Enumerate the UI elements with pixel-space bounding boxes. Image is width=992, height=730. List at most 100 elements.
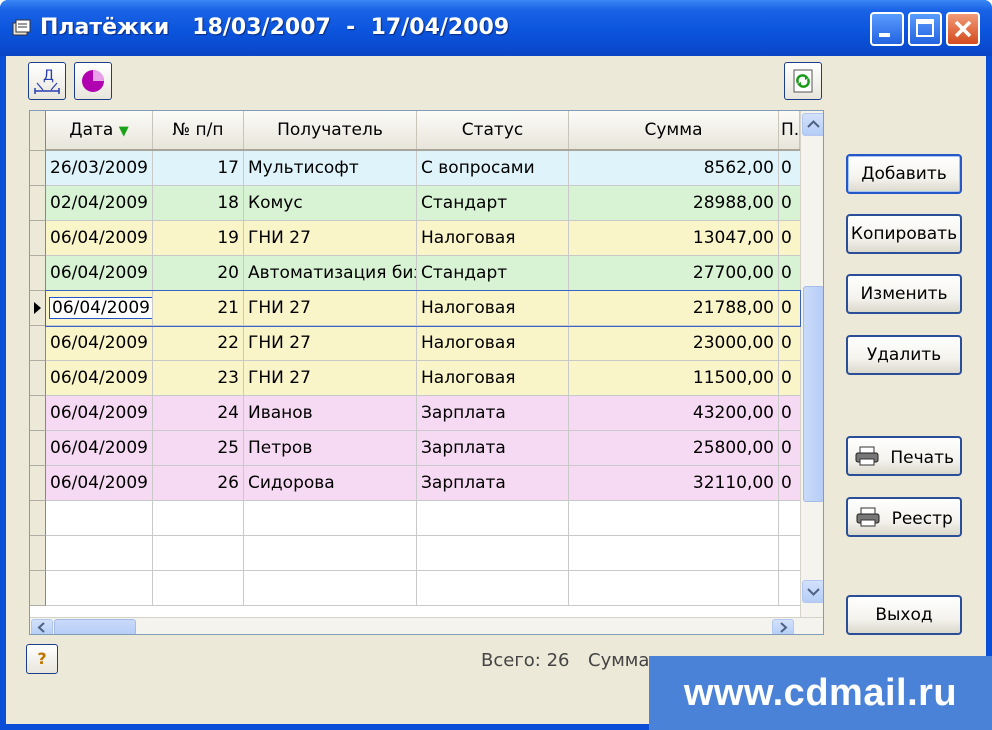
date-filter-button[interactable]: Д bbox=[28, 62, 66, 100]
cell-recipient[interactable]: ГНИ 27 bbox=[244, 361, 417, 395]
empty-row[interactable] bbox=[46, 571, 800, 606]
cell-number[interactable]: 21 bbox=[153, 291, 244, 325]
cell-date[interactable]: 06/04/2009 bbox=[46, 431, 153, 465]
empty-row[interactable] bbox=[46, 501, 800, 536]
cell-p[interactable]: 0 bbox=[779, 466, 800, 500]
cell-recipient[interactable]: ГНИ 27 bbox=[244, 221, 417, 255]
table-row[interactable]: 06/04/2009 21 ГНИ 27 Налоговая 21788,00 0 bbox=[45, 290, 801, 327]
cell-sum[interactable]: 32110,00 bbox=[569, 466, 779, 500]
cell-sum[interactable]: 13047,00 bbox=[569, 221, 779, 255]
row-selector[interactable] bbox=[30, 466, 46, 501]
cell-p[interactable]: 0 bbox=[779, 396, 800, 430]
empty-cell[interactable] bbox=[46, 571, 153, 605]
cell-recipient[interactable]: ГНИ 27 bbox=[244, 326, 417, 360]
empty-cell[interactable] bbox=[46, 501, 153, 535]
cell-status[interactable]: Налоговая bbox=[417, 291, 569, 325]
cell-p[interactable]: 0 bbox=[779, 326, 800, 360]
row-selector[interactable] bbox=[30, 326, 46, 361]
row-selector[interactable] bbox=[30, 396, 46, 431]
cell-date[interactable]: 06/04/2009 bbox=[46, 326, 153, 360]
cell-recipient[interactable]: Сидорова bbox=[244, 466, 417, 500]
row-selector[interactable] bbox=[30, 291, 46, 326]
empty-cell[interactable] bbox=[417, 536, 569, 570]
cell-recipient[interactable]: Комус bbox=[244, 186, 417, 220]
cell-status[interactable]: Зарплата bbox=[417, 466, 569, 500]
cell-sum[interactable]: 11500,00 bbox=[569, 361, 779, 395]
cell-number[interactable]: 18 bbox=[153, 186, 244, 220]
cell-number[interactable]: 24 bbox=[153, 396, 244, 430]
cell-date[interactable]: 06/04/2009 bbox=[46, 221, 153, 255]
row-selector[interactable] bbox=[30, 151, 46, 186]
cell-date[interactable]: 26/03/2009 bbox=[46, 151, 153, 185]
empty-cell[interactable] bbox=[46, 536, 153, 570]
empty-cell[interactable] bbox=[569, 501, 779, 535]
empty-cell[interactable] bbox=[417, 571, 569, 605]
row-selector[interactable] bbox=[30, 571, 46, 606]
cell-number[interactable]: 26 bbox=[153, 466, 244, 500]
cell-number[interactable]: 20 bbox=[153, 256, 244, 290]
refresh-button[interactable] bbox=[784, 62, 822, 100]
horizontal-scroll-thumb[interactable] bbox=[54, 619, 136, 634]
empty-row[interactable] bbox=[46, 536, 800, 571]
table-row[interactable]: 02/04/2009 18 Комус Стандарт 28988,00 0 bbox=[46, 186, 800, 221]
empty-cell[interactable] bbox=[244, 501, 417, 535]
empty-cell[interactable] bbox=[153, 571, 244, 605]
table-row[interactable]: 26/03/2009 17 Мультисофт С вопросами 8562,00… bbox=[46, 151, 800, 186]
cell-status[interactable]: Зарплата bbox=[417, 396, 569, 430]
empty-cell[interactable] bbox=[244, 536, 417, 570]
cell-p[interactable]: 0 bbox=[779, 361, 800, 395]
table-row[interactable]: 06/04/2009 20 Автоматизация биз Стандарт 277… bbox=[46, 256, 800, 291]
cell-number[interactable]: 23 bbox=[153, 361, 244, 395]
cell-p[interactable]: 0 bbox=[779, 431, 800, 465]
cell-p[interactable]: 0 bbox=[779, 186, 800, 220]
cell-p[interactable]: 0 bbox=[779, 256, 800, 290]
vertical-scroll-thumb[interactable] bbox=[803, 286, 823, 502]
row-selector[interactable] bbox=[30, 186, 46, 221]
table-row[interactable]: 06/04/2009 23 ГНИ 27 Налоговая 11500,00 0 bbox=[46, 361, 800, 396]
payments-table[interactable]: Дата ▼ № п/п Получатель Статус Сумма П. … bbox=[29, 110, 824, 635]
table-row[interactable]: 06/04/2009 22 ГНИ 27 Налоговая 23000,00 0 bbox=[46, 326, 800, 361]
cell-p[interactable]: 0 bbox=[779, 151, 800, 185]
cell-sum[interactable]: 25800,00 bbox=[569, 431, 779, 465]
empty-cell[interactable] bbox=[244, 571, 417, 605]
cell-status[interactable]: Стандарт bbox=[417, 256, 569, 290]
close-button[interactable] bbox=[946, 12, 980, 46]
column-header-recipient[interactable]: Получатель bbox=[244, 111, 417, 149]
cell-recipient[interactable]: ГНИ 27 bbox=[244, 291, 417, 325]
column-header-sum[interactable]: Сумма bbox=[569, 111, 779, 149]
add-button[interactable]: Добавить bbox=[846, 154, 962, 194]
row-selector[interactable] bbox=[30, 221, 46, 256]
cell-status[interactable]: Налоговая bbox=[417, 361, 569, 395]
row-selector[interactable] bbox=[30, 256, 46, 291]
cell-status[interactable]: Налоговая bbox=[417, 221, 569, 255]
scroll-down-button[interactable] bbox=[802, 580, 823, 603]
cell-sum[interactable]: 23000,00 bbox=[569, 326, 779, 360]
scroll-left-button[interactable] bbox=[31, 619, 53, 634]
cell-sum[interactable]: 21788,00 bbox=[569, 291, 779, 325]
vertical-scrollbar[interactable] bbox=[800, 111, 823, 617]
cell-status[interactable]: Стандарт bbox=[417, 186, 569, 220]
scroll-up-button[interactable] bbox=[802, 113, 823, 136]
edit-button[interactable]: Изменить bbox=[846, 274, 962, 314]
scroll-right-button[interactable] bbox=[772, 619, 794, 634]
cell-recipient[interactable]: Автоматизация биз bbox=[244, 256, 417, 290]
cell-status[interactable]: С вопросами bbox=[417, 151, 569, 185]
row-selector[interactable] bbox=[30, 431, 46, 466]
cell-date[interactable]: 02/04/2009 bbox=[46, 186, 153, 220]
title-bar[interactable]: Платёжки 18/03/2007 - 17/04/2009 bbox=[0, 0, 992, 56]
empty-cell[interactable] bbox=[779, 501, 800, 535]
cell-status[interactable]: Налоговая bbox=[417, 326, 569, 360]
maximize-button[interactable] bbox=[908, 12, 942, 46]
row-selector[interactable] bbox=[30, 501, 46, 536]
delete-button[interactable]: Удалить bbox=[846, 335, 962, 375]
cell-number[interactable]: 25 bbox=[153, 431, 244, 465]
column-header-status[interactable]: Статус bbox=[417, 111, 569, 149]
cell-date[interactable]: 06/04/2009 bbox=[46, 256, 153, 290]
chart-button[interactable] bbox=[74, 62, 112, 100]
cell-p[interactable]: 0 bbox=[779, 221, 800, 255]
empty-cell[interactable] bbox=[779, 536, 800, 570]
row-selector[interactable] bbox=[30, 361, 46, 396]
cell-date[interactable]: 06/04/2009 bbox=[46, 361, 153, 395]
empty-cell[interactable] bbox=[569, 536, 779, 570]
cell-sum[interactable]: 43200,00 bbox=[569, 396, 779, 430]
